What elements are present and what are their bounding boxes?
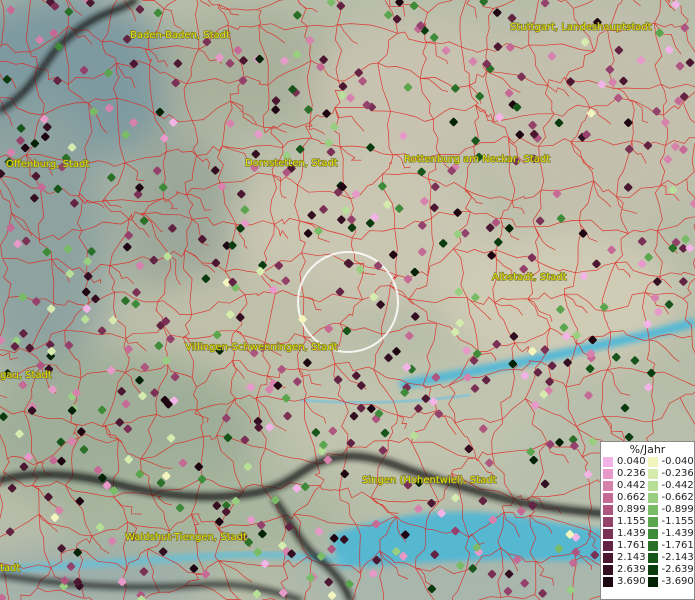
legend-swatch-positive [603, 493, 613, 503]
city-label-albstadt: Albstadt, Stadt [492, 272, 567, 283]
legend-value-positive: 0.040 [617, 456, 646, 467]
legend-swatch-positive [603, 565, 613, 575]
city-label-rottenburg: Rottenburg am Neckar, Stadt [404, 154, 550, 165]
legend-value-positive: 2.639 [617, 564, 646, 575]
legend-row: 0.236 -0.236 [603, 468, 694, 480]
legend-swatch-positive [603, 457, 613, 467]
legend-value-positive: 1.439 [617, 528, 646, 539]
legend-swatch-negative [647, 553, 658, 563]
legend-row: 2.143 -2.143 [603, 552, 694, 564]
legend-value-positive: 3.690 [617, 576, 646, 587]
legend-swatch-positive [603, 529, 613, 539]
legend-swatch-positive [603, 541, 613, 551]
legend-swatch-positive [603, 505, 613, 515]
legend-row: 2.639 -2.639 [603, 564, 694, 576]
legend-value-negative: -1.439 [661, 528, 694, 539]
legend-swatch-negative [647, 565, 658, 575]
legend-swatch-negative [647, 505, 658, 515]
legend-swatch-positive [603, 481, 613, 491]
city-label-singen: Singen (Hohentwiel), Stadt [362, 475, 497, 486]
legend-value-negative: -0.040 [661, 456, 694, 467]
legend-row: 1.155 -1.155 [603, 516, 694, 528]
legend-value-negative: -0.442 [661, 480, 694, 491]
legend-value-negative: -3.690 [661, 576, 694, 587]
legend-value-negative: -1.761 [661, 540, 694, 551]
legend-value-positive: 2.143 [617, 552, 646, 563]
city-label-tadt: tadt [0, 563, 20, 574]
city-label-dornstetten: Dornstetten, Stadt [245, 158, 338, 169]
legend-title: %/Jahr [629, 443, 666, 456]
legend-panel: %/Jahr 0.040 -0.040 0.236 -0.236 0.442 -0.4… [600, 441, 695, 600]
legend-swatch-negative [647, 481, 658, 491]
legend-swatch-positive [603, 577, 613, 587]
legend-row: 1.761 -1.761 [603, 540, 694, 552]
legend-swatch-negative [647, 541, 658, 551]
legend-rows: 0.040 -0.040 0.236 -0.236 0.442 -0.442 0.66… [601, 456, 694, 588]
legend-value-positive: 1.155 [617, 516, 646, 527]
legend-value-negative: -0.662 [661, 492, 694, 503]
city-label-villingen-schwenningen: Villingen-Schwenningen, Stadt [185, 342, 338, 353]
legend-value-positive: 0.236 [617, 468, 646, 479]
legend-swatch-positive [603, 469, 613, 479]
relief-map[interactable]: Baden-Baden, Stadt Stuttgart, Landeshaup… [0, 0, 695, 600]
legend-value-negative: -1.155 [661, 516, 694, 527]
legend-swatch-negative [647, 517, 658, 527]
legend-value-negative: -2.639 [661, 564, 694, 575]
legend-row: 0.662 -0.662 [603, 492, 694, 504]
legend-value-negative: -0.236 [661, 468, 694, 479]
legend-row: 1.439 -1.439 [603, 528, 694, 540]
legend-value-positive: 0.662 [617, 492, 646, 503]
city-label-waldshut-tiengen: Waldshut-Tiengen, Stadt [125, 532, 247, 543]
legend-swatch-negative [647, 577, 658, 587]
legend-value-negative: -2.143 [661, 552, 694, 563]
legend-swatch-negative [647, 493, 658, 503]
legend-value-positive: 1.761 [617, 540, 646, 551]
city-label-offenburg: Offenburg, Stadt [6, 159, 89, 170]
legend-row: 0.442 -0.442 [603, 480, 694, 492]
legend-swatch-negative [647, 529, 658, 539]
legend-value-negative: -0.899 [661, 504, 694, 515]
legend-swatch-positive [603, 517, 613, 527]
legend-row: 0.899 -0.899 [603, 504, 694, 516]
legend-row: 0.040 -0.040 [603, 456, 694, 468]
legend-swatch-negative [647, 457, 658, 467]
legend-swatch-positive [603, 553, 613, 563]
legend-swatch-negative [647, 469, 658, 479]
legend-row: 3.690 -3.690 [603, 576, 694, 588]
city-label-stuttgart: Stuttgart, Landeshauptstadt [510, 22, 652, 33]
legend-value-positive: 0.899 [617, 504, 646, 515]
city-label-baden-baden: Baden-Baden, Stadt [130, 30, 230, 41]
city-label-gau: gau, Stadt [0, 370, 52, 381]
legend-value-positive: 0.442 [617, 480, 646, 491]
